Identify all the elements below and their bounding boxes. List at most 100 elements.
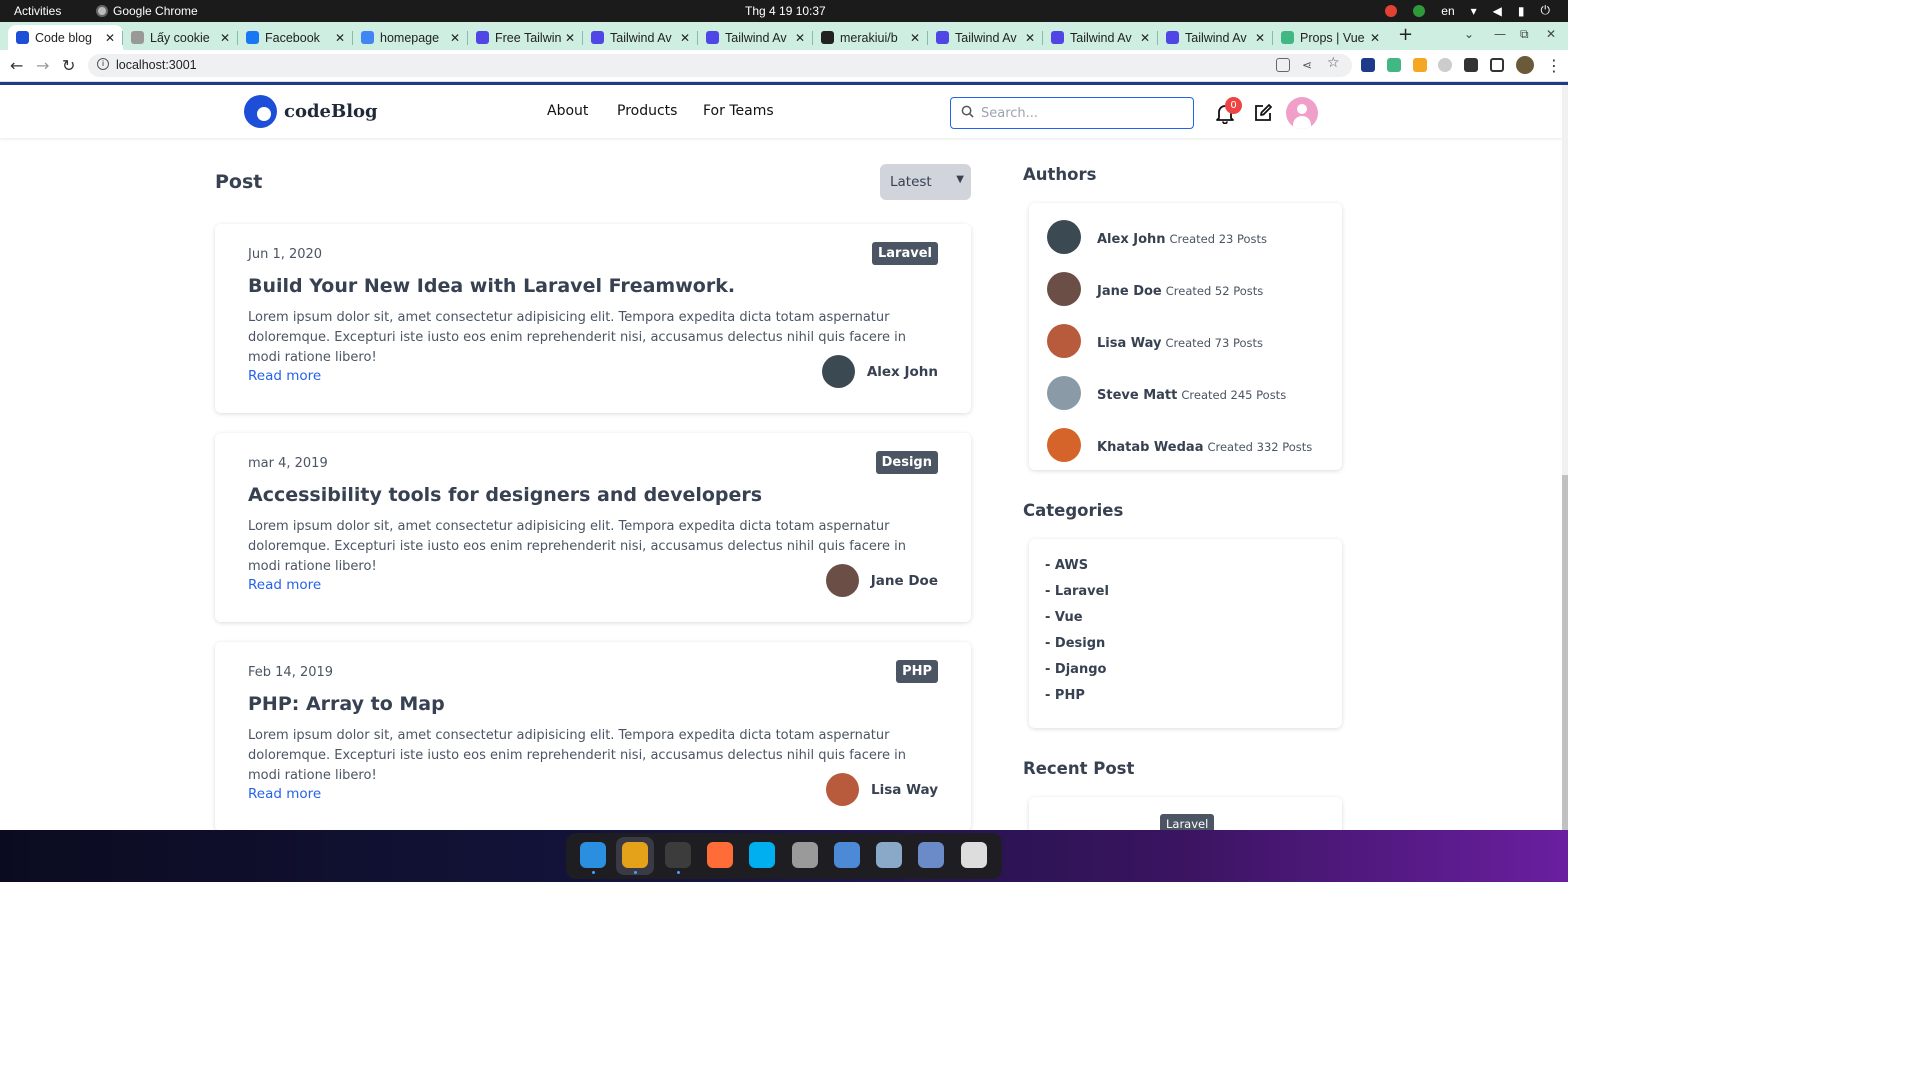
activities-button[interactable]: Activities: [14, 4, 61, 18]
post-author[interactable]: Lisa Way: [826, 773, 938, 806]
update-tray-icon[interactable]: [1413, 4, 1426, 17]
browser-tab[interactable]: Tailwind Av ✕: [928, 25, 1043, 50]
read-more-link[interactable]: Read more: [248, 368, 321, 384]
restore-icon[interactable]: ⧉: [1520, 27, 1529, 42]
profile-avatar[interactable]: [1516, 56, 1534, 74]
color-picker-icon[interactable]: [1413, 58, 1427, 72]
language-indicator[interactable]: en: [1441, 4, 1454, 18]
share-icon[interactable]: ⋖: [1302, 58, 1316, 72]
scrollbar-thumb[interactable]: [1562, 475, 1568, 830]
translate-icon[interactable]: [1276, 58, 1290, 72]
volume-icon[interactable]: ◀: [1493, 4, 1502, 18]
text-editor-icon[interactable]: [918, 842, 945, 868]
category-link[interactable]: - Vue: [1045, 610, 1083, 625]
post-tag[interactable]: Design: [875, 451, 938, 474]
app-menu[interactable]: Google Chrome: [96, 4, 198, 18]
browser-tab[interactable]: Lấy cookie ✕: [123, 25, 238, 50]
extension-compass-icon[interactable]: [1438, 58, 1452, 72]
reload-icon[interactable]: ↻: [62, 56, 75, 75]
tab-close-icon[interactable]: ✕: [1370, 31, 1380, 45]
read-more-link[interactable]: Read more: [248, 786, 321, 802]
browser-tab[interactable]: Tailwind Av ✕: [698, 25, 813, 50]
category-link[interactable]: - AWS: [1045, 558, 1088, 573]
write-post-icon[interactable]: [1252, 102, 1274, 124]
category-link[interactable]: - PHP: [1045, 688, 1085, 703]
browser-tab[interactable]: merakiui/b ✕: [813, 25, 928, 50]
tab-close-icon[interactable]: ✕: [450, 31, 460, 45]
extension-d-icon[interactable]: [1361, 58, 1375, 72]
post-title[interactable]: Accessibility tools for designers and de…: [248, 484, 762, 506]
apps-grid-icon[interactable]: [960, 842, 987, 868]
tab-close-icon[interactable]: ✕: [1255, 31, 1265, 45]
browser-tab[interactable]: Tailwind Av ✕: [1158, 25, 1273, 50]
tab-close-icon[interactable]: ✕: [680, 31, 690, 45]
site-logo[interactable]: codeBlog: [244, 95, 378, 128]
browser-tab[interactable]: Tailwind Av ✕: [583, 25, 698, 50]
author-list-item[interactable]: Lisa Way Created 73 Posts: [1047, 324, 1263, 358]
new-tab-button[interactable]: +: [1398, 24, 1413, 45]
vscode-icon[interactable]: [580, 842, 606, 868]
author-list-item[interactable]: Steve Matt Created 245 Posts: [1047, 376, 1286, 410]
tab-close-icon[interactable]: ✕: [105, 31, 115, 45]
tab-close-icon[interactable]: ✕: [1140, 31, 1150, 45]
bookmark-star-icon[interactable]: ☆: [1327, 55, 1341, 71]
settings-icon[interactable]: [791, 842, 818, 868]
files-icon[interactable]: [876, 842, 903, 868]
author-list-item[interactable]: Jane Doe Created 52 Posts: [1047, 272, 1263, 306]
system-tray[interactable]: en ▾ ◀ ▮ ⏻: [1385, 3, 1550, 18]
post-author[interactable]: Jane Doe: [825, 564, 938, 597]
read-more-link[interactable]: Read more: [248, 577, 321, 593]
post-author[interactable]: Alex John: [821, 355, 938, 388]
terminal-icon[interactable]: [664, 842, 691, 868]
thunderbird-icon[interactable]: [833, 842, 860, 868]
tab-close-icon[interactable]: ✕: [795, 31, 805, 45]
recent-post-tag[interactable]: Laravel: [1160, 814, 1215, 830]
post-tag[interactable]: PHP: [896, 660, 938, 683]
nav-for-teams[interactable]: For Teams: [703, 103, 774, 119]
browser-tab[interactable]: Free Tailwind ✕: [468, 25, 583, 50]
author-list-item[interactable]: Khatab Wedaa Created 332 Posts: [1047, 428, 1312, 462]
post-tag[interactable]: Laravel: [872, 242, 938, 265]
chrome-icon[interactable]: [622, 842, 649, 868]
wifi-icon[interactable]: ▾: [1471, 4, 1477, 18]
browser-tab[interactable]: Facebook ✕: [238, 25, 353, 50]
extensions-puzzle-icon[interactable]: [1464, 58, 1478, 72]
search-input[interactable]: Search...: [950, 97, 1194, 129]
address-bar[interactable]: i localhost:3001: [88, 54, 1352, 77]
browser-tab[interactable]: Code blog ✕: [8, 25, 123, 50]
nav-products[interactable]: Products: [617, 103, 677, 119]
browser-tab[interactable]: homepage ✕: [353, 25, 468, 50]
post-title[interactable]: Build Your New Idea with Laravel Freamwo…: [248, 275, 735, 297]
tab-close-icon[interactable]: ✕: [910, 31, 920, 45]
tab-close-icon[interactable]: ✕: [335, 31, 345, 45]
site-info-icon[interactable]: i: [97, 58, 109, 70]
skype-icon[interactable]: [749, 842, 776, 868]
tab-close-icon[interactable]: ✕: [1025, 31, 1035, 45]
forward-icon[interactable]: →: [36, 56, 49, 75]
post-title[interactable]: PHP: Array to Map: [248, 693, 445, 715]
minimize-icon[interactable]: —: [1494, 27, 1506, 41]
power-icon[interactable]: ⏻: [1541, 3, 1551, 18]
nav-about[interactable]: About: [547, 103, 588, 119]
author-list-item[interactable]: Alex John Created 23 Posts: [1047, 220, 1267, 254]
browser-tab[interactable]: Tailwind Av ✕: [1043, 25, 1158, 50]
sort-select[interactable]: Latest ▼: [880, 164, 971, 200]
page-scrollbar[interactable]: [1562, 85, 1568, 830]
tab-close-icon[interactable]: ✕: [565, 31, 575, 45]
back-icon[interactable]: ←: [10, 56, 23, 75]
browser-tab[interactable]: Props | Vue ✕: [1273, 25, 1388, 50]
menu-kebab-icon[interactable]: ⋮: [1546, 56, 1562, 75]
battery-icon[interactable]: ▮: [1518, 4, 1525, 18]
user-avatar[interactable]: [1286, 97, 1318, 129]
category-link[interactable]: - Django: [1045, 662, 1106, 677]
vue-devtools-icon[interactable]: [1387, 58, 1401, 72]
tab-close-icon[interactable]: ✕: [220, 31, 230, 45]
chrome-tray-icon[interactable]: [1385, 4, 1398, 17]
clock[interactable]: Thg 4 19 10:37: [745, 4, 826, 18]
category-link[interactable]: - Design: [1045, 636, 1105, 651]
tab-search-icon[interactable]: ⌄: [1464, 27, 1474, 41]
postman-icon[interactable]: [706, 842, 733, 868]
side-panel-icon[interactable]: [1490, 58, 1504, 72]
close-window-icon[interactable]: ✕: [1546, 27, 1556, 41]
category-link[interactable]: - Laravel: [1045, 584, 1109, 599]
